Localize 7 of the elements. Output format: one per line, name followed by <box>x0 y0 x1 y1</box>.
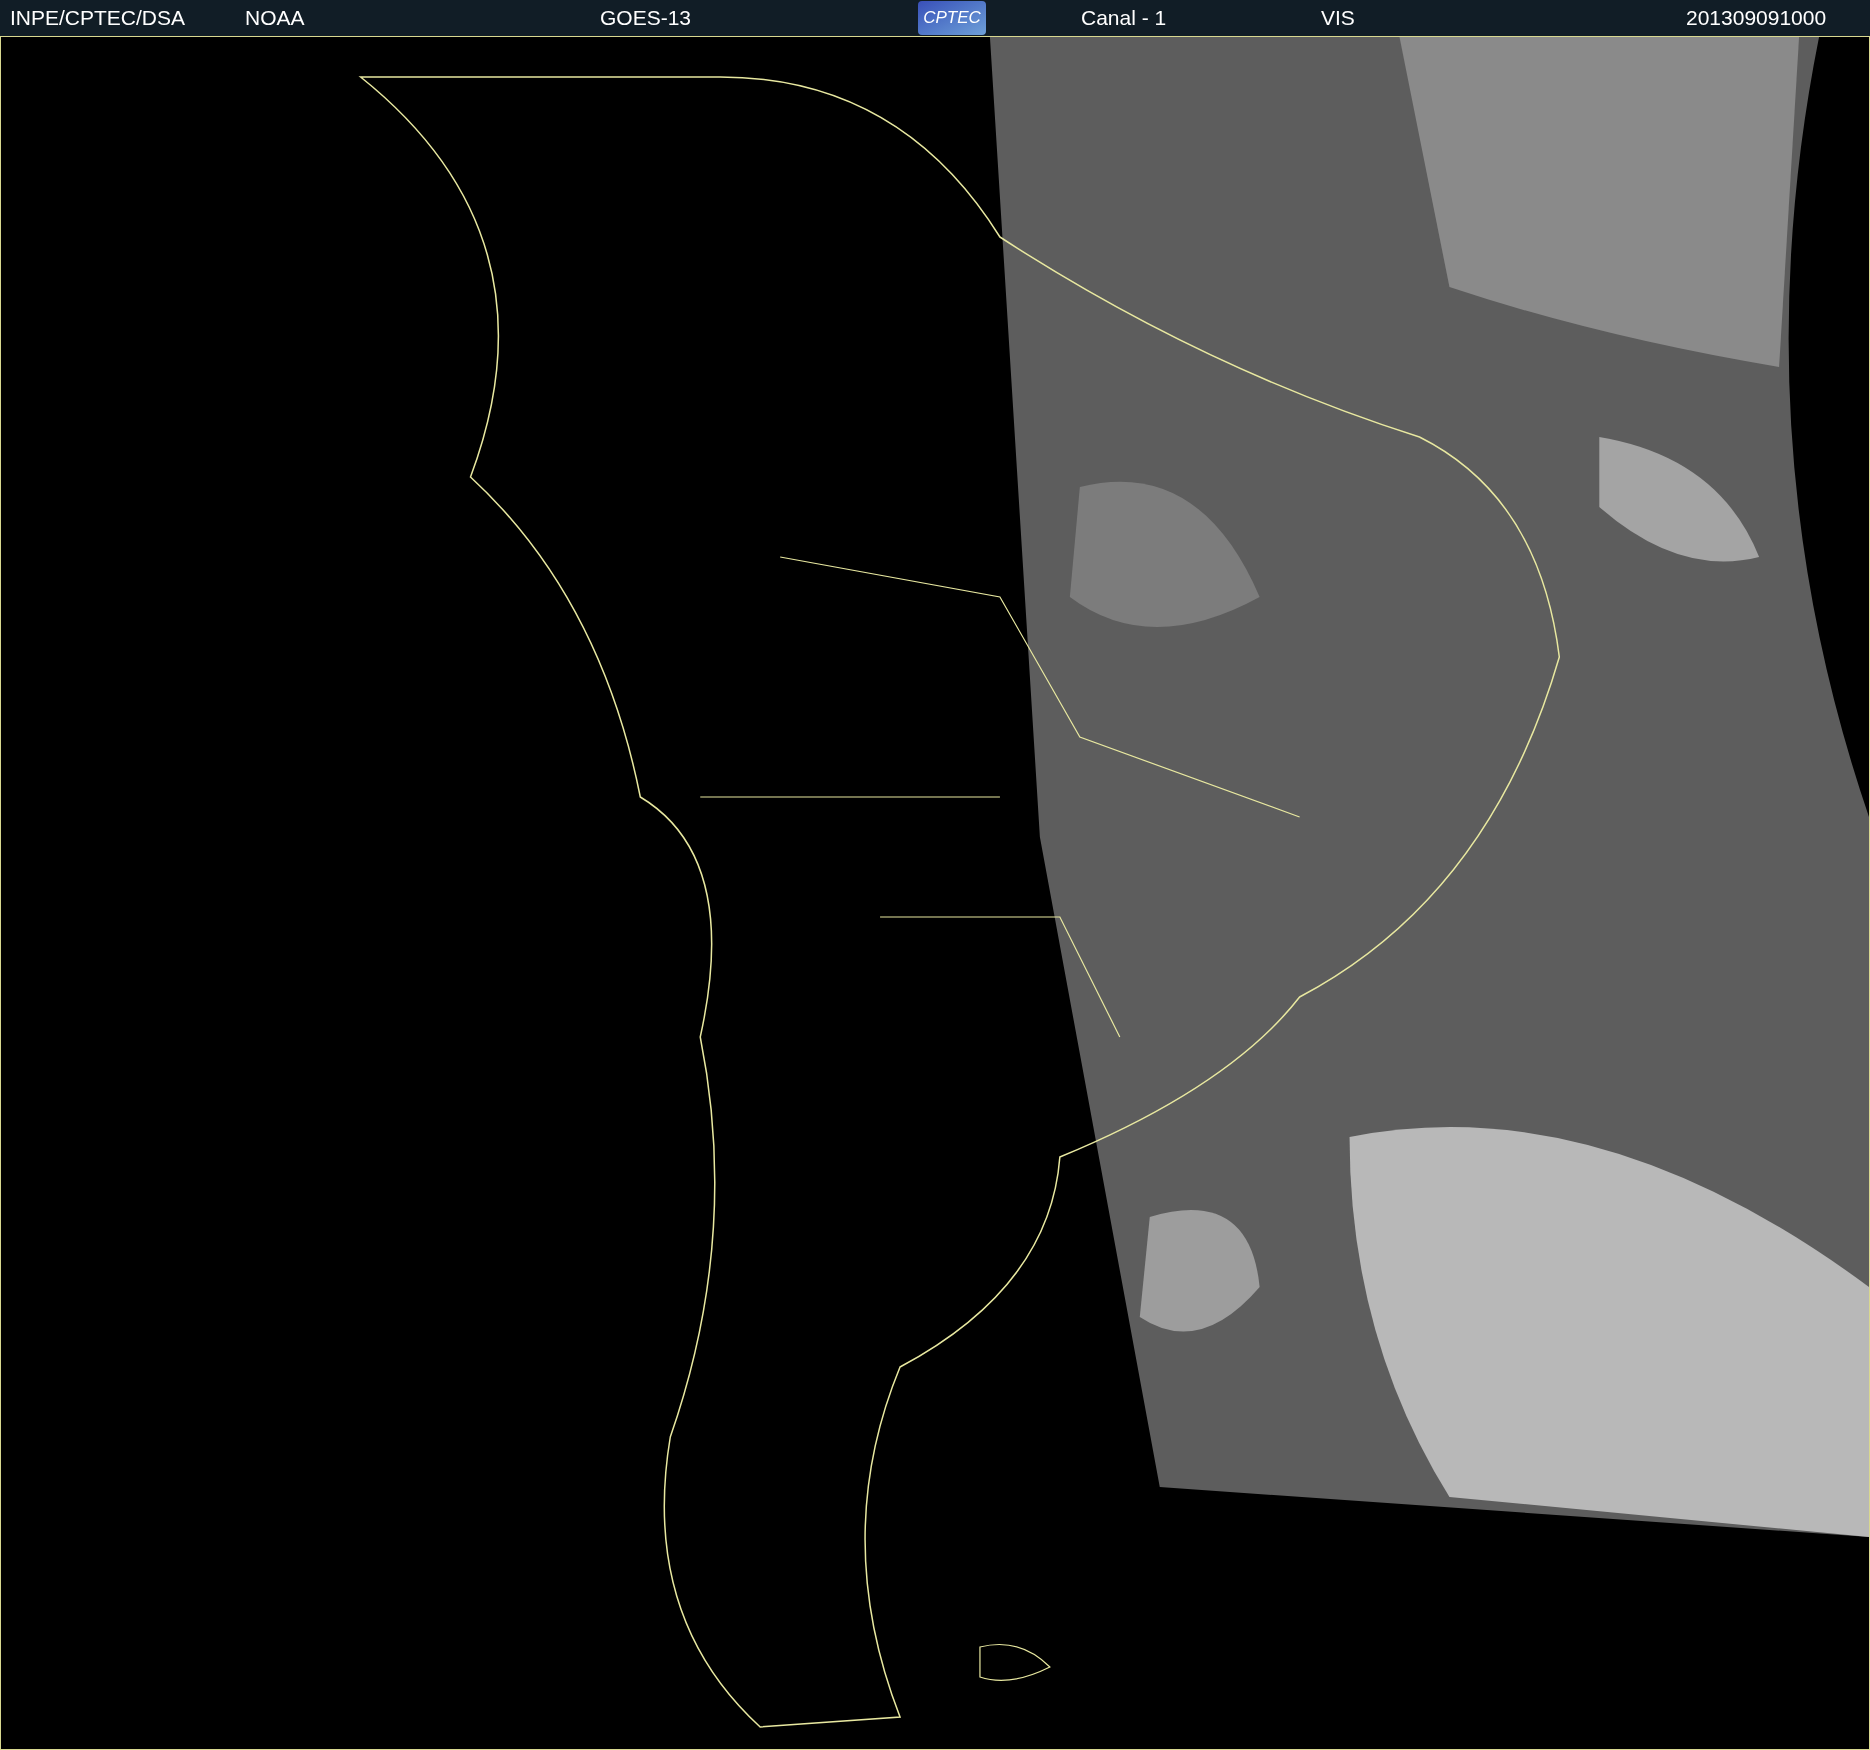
band-label: VIS <box>1321 5 1356 32</box>
cptec-logo: CPTEC <box>918 1 986 35</box>
timestamp-label: 201309091000 <box>1686 5 1827 32</box>
institute-label: INPE/CPTEC/DSA <box>10 5 187 32</box>
satellite-label: GOES-13 <box>600 5 693 32</box>
agency-label: NOAA <box>245 5 306 32</box>
channel-label: Canal - 1 <box>1081 5 1168 32</box>
